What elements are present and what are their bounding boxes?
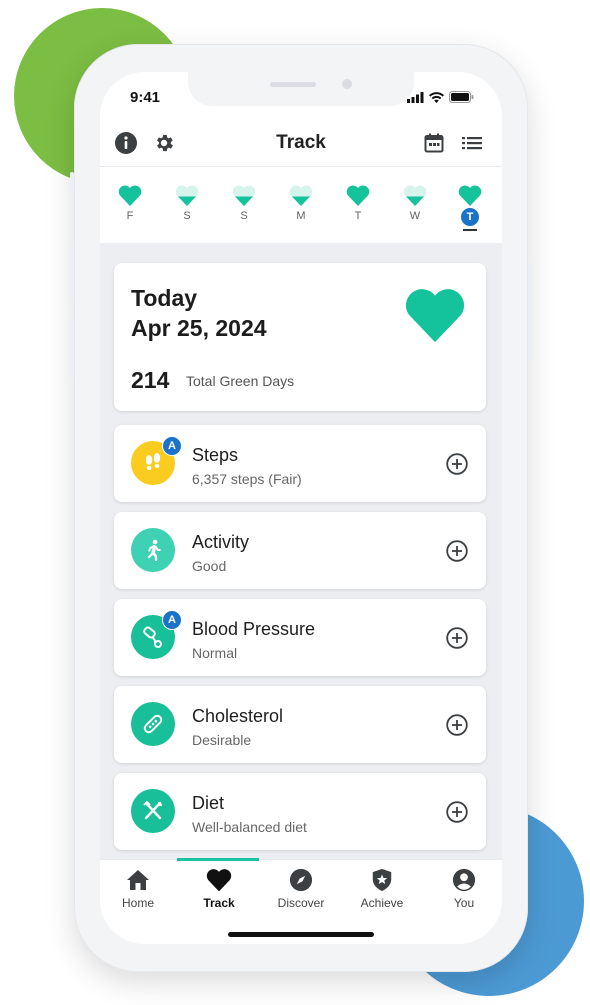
day-label: M xyxy=(296,210,306,222)
add-circle-icon[interactable] xyxy=(446,540,468,562)
day-wednesday[interactable]: W xyxy=(395,185,435,222)
status-icons xyxy=(407,91,474,103)
heart-icon xyxy=(118,185,142,206)
list-icon[interactable] xyxy=(460,131,484,155)
summary-date: Apr 25, 2024 xyxy=(131,315,267,341)
today-summary-card: Today Apr 25, 2024 214 Total Green Days xyxy=(114,263,486,411)
green-days-label: Total Green Days xyxy=(186,373,295,389)
phone-side-button xyxy=(528,260,532,360)
tracker-name: Steps xyxy=(192,445,239,465)
phone-side-button xyxy=(70,242,74,302)
home-indicator[interactable] xyxy=(228,932,374,937)
track-content: Today Apr 25, 2024 214 Total Green Days … xyxy=(100,243,502,859)
home-icon xyxy=(127,870,149,890)
partial-heart-icon xyxy=(289,185,313,206)
tab-label: Discover xyxy=(277,896,325,910)
calendar-icon[interactable] xyxy=(422,131,446,155)
tab-home[interactable]: Home xyxy=(100,868,179,910)
week-day-strip: F S S M T W T xyxy=(100,166,502,244)
phone-frame: 9:41 Track F S S M T W T Today Apr 25, 2… xyxy=(70,44,532,972)
day-label: W xyxy=(409,210,421,222)
day-sunday[interactable]: S xyxy=(224,185,264,222)
tracker-value: Desirable xyxy=(192,732,252,748)
tracker-value: Normal xyxy=(192,645,238,661)
status-time: 9:41 xyxy=(130,89,161,106)
day-label: S xyxy=(183,210,191,222)
heart-icon xyxy=(346,185,370,206)
signal-icon xyxy=(407,91,424,103)
star-shield-icon xyxy=(372,868,392,892)
day-saturday[interactable]: S xyxy=(167,185,207,222)
top-app-bar: Track xyxy=(100,122,502,164)
partial-heart-icon xyxy=(175,185,199,206)
day-tuesday[interactable]: T xyxy=(338,185,378,222)
tab-label: Home xyxy=(121,896,154,910)
tab-achieve[interactable]: Achieve xyxy=(341,868,423,910)
selected-day-underline xyxy=(463,229,477,231)
tracker-name: Activity xyxy=(192,532,250,552)
add-circle-icon[interactable] xyxy=(446,714,468,736)
tab-label: You xyxy=(453,896,475,910)
tracker-item-steps[interactable]: A Steps 6,357 steps (Fair) xyxy=(114,425,486,502)
day-label: S xyxy=(240,210,248,222)
add-circle-icon[interactable] xyxy=(446,627,468,649)
tracker-name: Diet xyxy=(192,793,225,813)
day-label: F xyxy=(126,210,134,222)
status-bar: 9:41 xyxy=(100,72,502,122)
tab-discover[interactable]: Discover xyxy=(260,868,342,910)
add-circle-icon[interactable] xyxy=(446,453,468,475)
active-tab-indicator xyxy=(177,858,259,861)
day-friday[interactable]: F xyxy=(110,185,150,222)
tab-track[interactable]: Track xyxy=(178,868,260,910)
day-thursday-today[interactable]: T xyxy=(450,185,490,231)
tracker-name: Cholesterol xyxy=(192,706,284,726)
app-screen: 9:41 Track F S S M T W T Today Apr 25, 2… xyxy=(100,72,502,944)
bottom-tab-bar: Home Track Discover Achieve You xyxy=(100,858,502,920)
auto-sync-badge: A xyxy=(162,436,182,456)
summary-title: Today xyxy=(131,285,198,311)
tracker-value: Well-balanced diet xyxy=(192,819,307,835)
heart-icon xyxy=(206,869,232,892)
tracker-value: Good xyxy=(192,558,227,574)
wifi-icon xyxy=(429,91,444,103)
tracker-item-blood-pressure[interactable]: A Blood Pressure Normal xyxy=(114,599,486,676)
green-days-count: 214 xyxy=(131,367,170,393)
tab-you[interactable]: You xyxy=(423,868,502,910)
tracker-item-cholesterol[interactable]: Cholesterol Desirable xyxy=(114,686,486,763)
tracker-item-activity[interactable]: Activity Good xyxy=(114,512,486,589)
phone-side-button xyxy=(70,172,74,192)
tracker-item-diet[interactable]: Diet Well-balanced diet xyxy=(114,773,486,850)
auto-sync-badge: A xyxy=(162,610,182,630)
tab-label: Achieve xyxy=(360,896,404,910)
tracker-value: 6,357 steps (Fair) xyxy=(192,471,302,487)
tab-label: Track xyxy=(203,896,235,910)
heart-icon xyxy=(458,185,482,206)
tracker-name: Blood Pressure xyxy=(192,619,316,639)
user-circle-icon xyxy=(452,868,476,892)
heart-icon xyxy=(405,289,465,343)
day-label-selected: T xyxy=(461,208,479,226)
fork-knife-icon xyxy=(131,789,175,833)
day-monday[interactable]: M xyxy=(281,185,321,222)
partial-heart-icon xyxy=(232,185,256,206)
add-circle-icon[interactable] xyxy=(446,801,468,823)
artery-icon xyxy=(131,702,175,746)
phone-side-button xyxy=(70,320,74,380)
day-label: T xyxy=(354,210,362,222)
running-person-icon xyxy=(131,528,175,572)
battery-icon xyxy=(449,91,474,103)
partial-heart-icon xyxy=(403,185,427,206)
compass-icon xyxy=(289,868,313,892)
